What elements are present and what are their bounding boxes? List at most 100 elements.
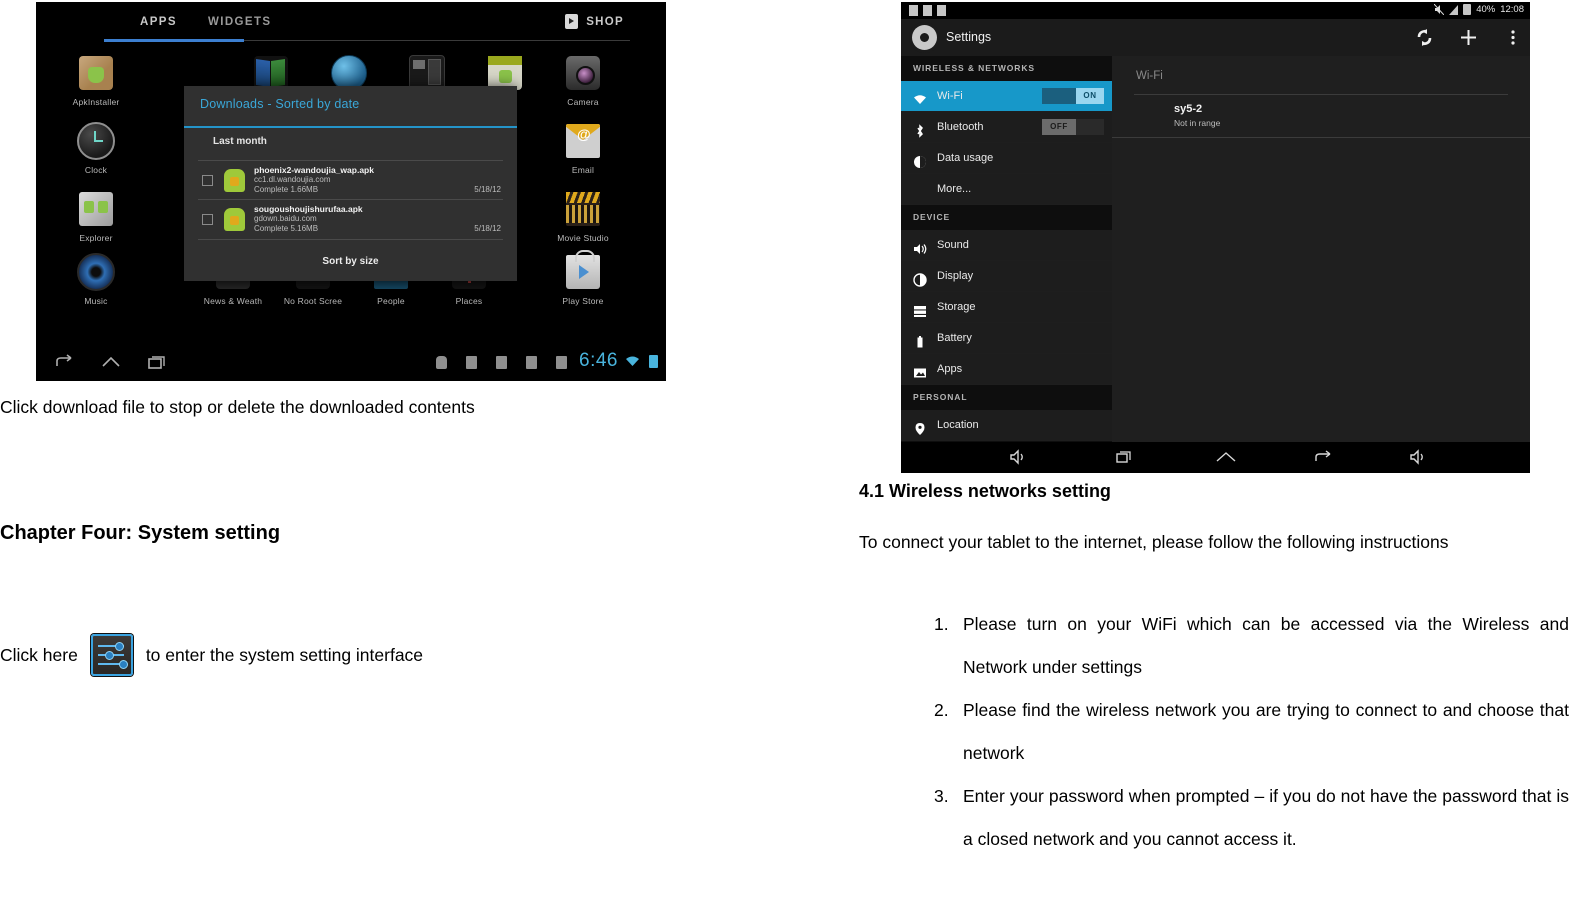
wifi-icon xyxy=(913,89,927,104)
download-source: cc1.dl.wandoujia.com xyxy=(254,175,331,184)
mute-icon xyxy=(1434,4,1445,15)
back-icon[interactable] xyxy=(1313,449,1335,465)
home-icon[interactable] xyxy=(100,354,122,372)
volume-down-icon[interactable] xyxy=(1009,449,1027,465)
download-row[interactable]: sougoushoujishurufaa.apk gdown.baidu.com… xyxy=(184,200,517,239)
click-here-suffix: to enter the system setting interface xyxy=(145,644,424,665)
row-divider xyxy=(198,239,503,240)
download-file-name: sougoushoujishurufaa.apk xyxy=(254,204,363,214)
launcher-screenshot: APPS WIDGETS SHOP ApkInstaller Books Bro… xyxy=(36,2,666,381)
wifi-toggle[interactable]: ON xyxy=(1042,88,1104,104)
download-row-checkbox[interactable] xyxy=(202,175,213,186)
sidebar-item-battery[interactable]: Battery xyxy=(901,323,1112,354)
section-heading-4-1: 4.1 Wireless networks setting xyxy=(859,481,1111,501)
sidebar-item-more[interactable]: More... xyxy=(901,174,1112,205)
usb-icon xyxy=(909,5,918,16)
app-cell-music[interactable]: Music xyxy=(54,251,138,306)
sidebar-group-device: DEVICE xyxy=(913,212,951,222)
settings-sidebar: WIRELESS & NETWORKS Wi-Fi ON Bluetooth O… xyxy=(901,56,1112,456)
overflow-menu-icon[interactable] xyxy=(1510,28,1516,47)
toggle-state-label: ON xyxy=(1076,88,1104,104)
step-text: Enter your password when prompted – if y… xyxy=(963,786,1569,849)
panel-title: Wi-Fi xyxy=(1136,70,1163,82)
toggle-state-label: OFF xyxy=(1042,119,1076,135)
app-label: ApkInstaller xyxy=(72,97,120,107)
sidebar-group-personal: PERSONAL xyxy=(913,392,968,402)
sidebar-item-label: Bluetooth xyxy=(937,121,984,133)
back-icon[interactable] xyxy=(54,354,76,372)
settings-detail-panel: Wi-Fi sy5-2 Not in range xyxy=(1112,56,1530,456)
app-cell-movie-studio[interactable]: Movie Studio xyxy=(541,188,625,243)
sidebar-item-location[interactable]: Location xyxy=(901,410,1112,441)
app-cell-explorer[interactable]: Explorer xyxy=(54,188,138,243)
settings-navbar xyxy=(901,442,1530,473)
signal-icon xyxy=(1449,4,1459,15)
movie-studio-icon xyxy=(541,188,625,230)
app-label: Play Store xyxy=(562,296,604,306)
shop-button[interactable]: SHOP xyxy=(565,14,624,29)
music-icon xyxy=(54,251,138,293)
sidebar-item-storage[interactable]: Storage xyxy=(901,292,1112,323)
recents-icon[interactable] xyxy=(1115,449,1133,465)
step-number: 1. xyxy=(934,614,949,634)
left-caption: Click download file to stop or delete th… xyxy=(0,397,475,417)
app-label: Places xyxy=(455,296,483,306)
storage-icon xyxy=(913,300,927,317)
settings-screenshot: 40% 12:08 Settings WIRELESS & NETWORKS W… xyxy=(901,2,1530,473)
sidebar-item-label: Display xyxy=(937,270,974,282)
tab-widgets[interactable]: WIDGETS xyxy=(208,16,271,28)
settings-statusbar: 40% 12:08 xyxy=(901,2,1530,19)
volume-up-icon[interactable] xyxy=(1409,449,1427,465)
app-label: Camera xyxy=(567,97,599,107)
app-cell-email[interactable]: Email xyxy=(541,120,625,175)
app-label: Movie Studio xyxy=(557,233,609,243)
download-row-checkbox[interactable] xyxy=(202,214,213,225)
battery-icon xyxy=(649,355,658,368)
gear-icon xyxy=(912,25,937,50)
app-cell-clock[interactable]: Clock xyxy=(54,120,138,175)
usb-icon xyxy=(466,356,477,369)
toggle-knob xyxy=(1076,119,1104,135)
bluetooth-toggle[interactable]: OFF xyxy=(1042,119,1104,135)
step-text: Please turn on your WiFi which can be ac… xyxy=(963,614,1569,677)
sidebar-item-label: Data usage xyxy=(937,152,994,164)
sidebar-item-apps[interactable]: Apps xyxy=(901,354,1112,385)
app-cell-apkinstaller[interactable]: ApkInstaller xyxy=(54,52,138,107)
bluetooth-icon xyxy=(913,120,927,138)
sidebar-item-bluetooth[interactable]: Bluetooth OFF xyxy=(901,112,1112,143)
play-store-icon xyxy=(541,250,625,293)
refresh-icon[interactable] xyxy=(1415,28,1434,47)
sidebar-item-sound[interactable]: Sound xyxy=(901,230,1112,261)
wifi-network-row[interactable]: sy5-2 Not in range xyxy=(1112,95,1530,138)
add-icon[interactable] xyxy=(1459,28,1478,47)
battery-icon xyxy=(913,331,927,348)
display-icon xyxy=(913,269,927,287)
instruction-steps: 1. Please turn on your WiFi which can be… xyxy=(859,603,1569,861)
tab-apps[interactable]: APPS xyxy=(140,16,177,28)
sidebar-item-label: Wi-Fi xyxy=(937,90,963,102)
android-apk-icon xyxy=(224,169,245,192)
sidebar-group-wireless: WIRELESS & NETWORKS xyxy=(913,63,1035,73)
sd-card-icon xyxy=(556,356,567,369)
sidebar-item-data-usage[interactable]: Data usage xyxy=(901,143,1112,174)
sort-by-size-button[interactable]: Sort by size xyxy=(184,256,517,267)
app-cell-camera[interactable]: Camera xyxy=(541,52,625,107)
status-clock: 6:46 xyxy=(579,350,618,371)
status-clock: 12:08 xyxy=(1500,4,1524,15)
click-here-prefix: Click here xyxy=(0,644,78,665)
system-settings-icon[interactable] xyxy=(90,634,133,676)
screenshot-icon xyxy=(923,5,932,16)
wifi-ssid: sy5-2 xyxy=(1174,103,1203,115)
click-here-line: Click here to enter the system setting i… xyxy=(0,634,423,676)
downloads-dialog: Downloads - Sorted by date Last month ph… xyxy=(184,86,517,281)
page-title: Settings xyxy=(946,30,992,44)
home-icon[interactable] xyxy=(1215,449,1237,465)
sidebar-item-display[interactable]: Display xyxy=(901,261,1112,292)
app-label: Clock xyxy=(84,165,108,175)
app-cell-play-store[interactable]: Play Store xyxy=(541,250,625,306)
sidebar-item-wifi[interactable]: Wi-Fi ON xyxy=(901,81,1112,112)
download-row[interactable]: phoenix2-wandoujia_wap.apk cc1.dl.wandou… xyxy=(184,161,517,200)
step-number: 2. xyxy=(934,700,949,720)
recents-icon[interactable] xyxy=(146,354,168,372)
download-date: 5/18/12 xyxy=(474,185,501,194)
